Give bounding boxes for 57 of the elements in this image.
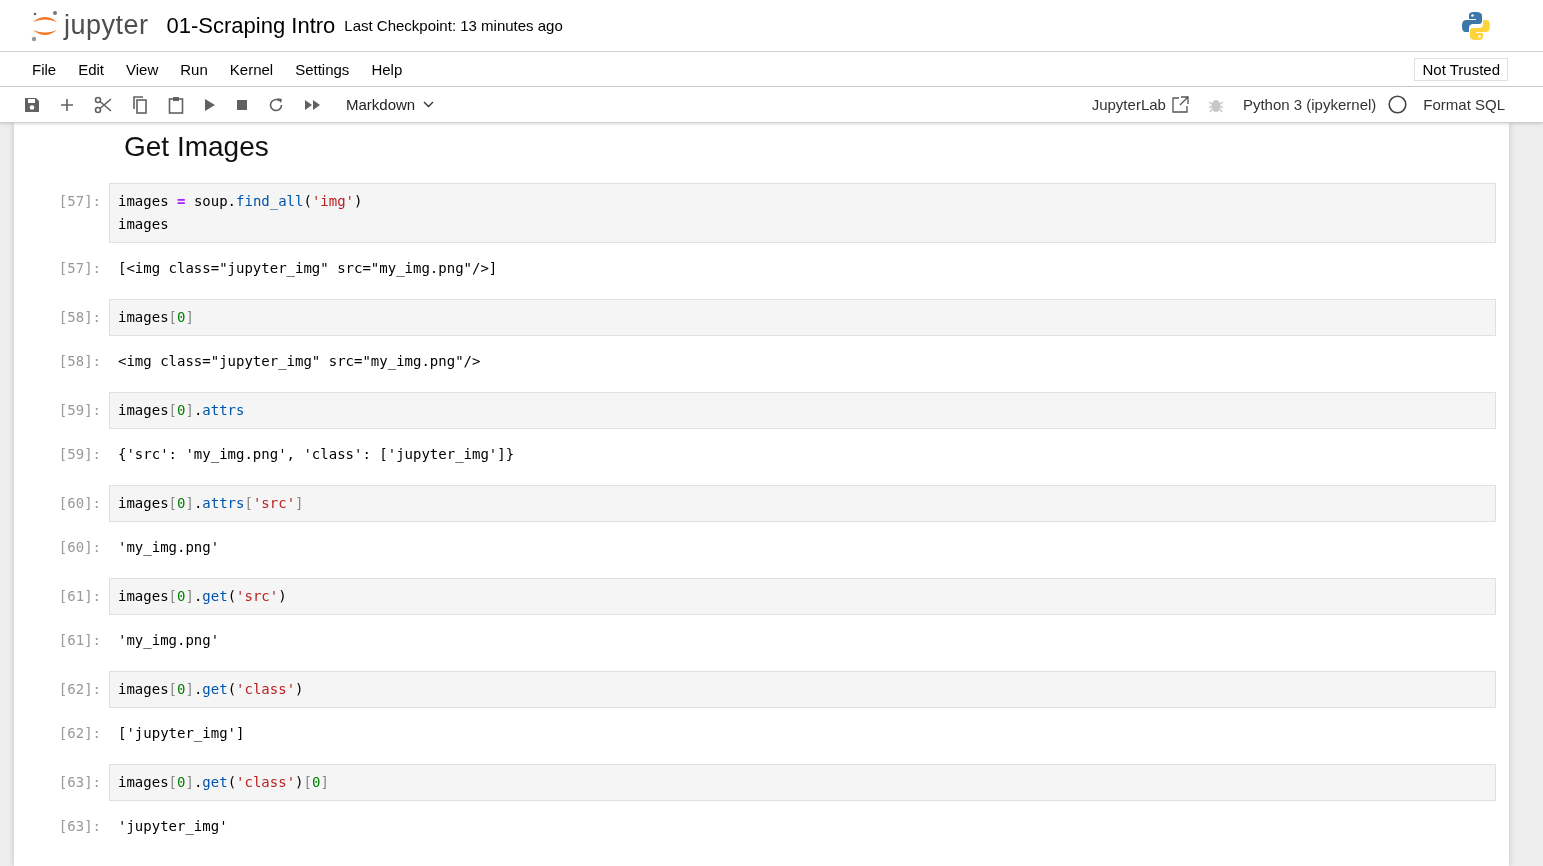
output-prompt: [57]: [57, 259, 102, 278]
kernel-name[interactable]: Python 3 (ipykernel) [1242, 96, 1377, 113]
save-icon[interactable] [24, 96, 40, 113]
logo-text: jupyter [64, 10, 149, 41]
copy-icon[interactable] [132, 95, 148, 114]
code-cell[interactable]: images[0].attrs [109, 392, 1496, 429]
menu-item[interactable]: Kernel [218, 60, 285, 78]
cell-output: 'my_img.png' [117, 631, 220, 651]
input-prompt: [57]: [57, 192, 102, 209]
cell-output: [<img class="jupyter_img" src="my_img.png"/>] [117, 259, 498, 279]
output-prompt: [60]: [57, 538, 102, 557]
menu-item[interactable]: Run [169, 60, 219, 78]
output-prompt: [58]: [57, 352, 102, 371]
jupyter-logo-icon [30, 8, 60, 43]
cut-icon[interactable] [94, 95, 112, 114]
cell-output: 'my_img.png' [117, 538, 220, 558]
external-link-icon [1171, 96, 1189, 113]
input-prompt: [62]: [57, 680, 102, 697]
output-prompt: [63]: [57, 817, 102, 836]
cell-output: ['jupyter_img'] [117, 724, 245, 744]
input-prompt: [63]: [57, 773, 102, 790]
code-cell[interactable]: images[0].get('class') [109, 671, 1496, 708]
cell-output: <img class="jupyter_img" src="my_img.png"/> [117, 352, 481, 372]
menu-item[interactable]: Help [360, 60, 414, 78]
output-prompt: [61]: [57, 631, 102, 650]
output-prompt: [62]: [57, 724, 102, 743]
checkpoint-status: Last Checkpoint: 13 minutes ago [344, 17, 563, 34]
section-heading: Get Images [124, 131, 270, 163]
notebook-title[interactable]: 01-Scraping Intro [166, 12, 336, 39]
code-cell[interactable]: images[0] [109, 299, 1496, 336]
cell-type-dropdown[interactable]: Markdown [346, 96, 435, 113]
input-prompt: [60]: [57, 494, 102, 511]
code-cell[interactable]: images[0].get('src') [109, 578, 1496, 615]
cell-output: {'src': 'my_img.png', 'class': ['jupyter_img']} [117, 445, 515, 465]
python-logo-icon [1460, 9, 1492, 42]
add-icon[interactable] [60, 97, 74, 112]
format-sql-button[interactable]: Format SQL [1423, 96, 1505, 113]
chevron-down-icon [423, 101, 435, 108]
code-cell[interactable]: images = soup.find_all('img') images [109, 183, 1496, 243]
restart-icon[interactable] [268, 96, 284, 113]
jupyterlab-link[interactable]: JupyterLab [1091, 96, 1189, 113]
code-cell[interactable]: images[0].attrs['src'] [109, 485, 1496, 522]
menu-item[interactable]: File [21, 60, 68, 78]
menu-item[interactable]: Edit [67, 60, 116, 78]
code-cell[interactable]: images[0].get('class')[0] [109, 764, 1496, 801]
menu-item[interactable]: Settings [284, 60, 361, 78]
stop-icon[interactable] [236, 98, 248, 111]
cell-output: 'jupyter_img' [117, 817, 228, 837]
trust-status-button[interactable]: Not Trusted [1414, 57, 1508, 81]
input-prompt: [59]: [57, 401, 102, 418]
fast-forward-icon[interactable] [304, 98, 322, 111]
output-prompt: [59]: [57, 445, 102, 464]
input-prompt: [58]: [57, 308, 102, 325]
input-prompt: [61]: [57, 587, 102, 604]
menu-item[interactable]: View [115, 60, 170, 78]
run-icon[interactable] [204, 97, 216, 112]
paste-icon[interactable] [168, 95, 184, 114]
